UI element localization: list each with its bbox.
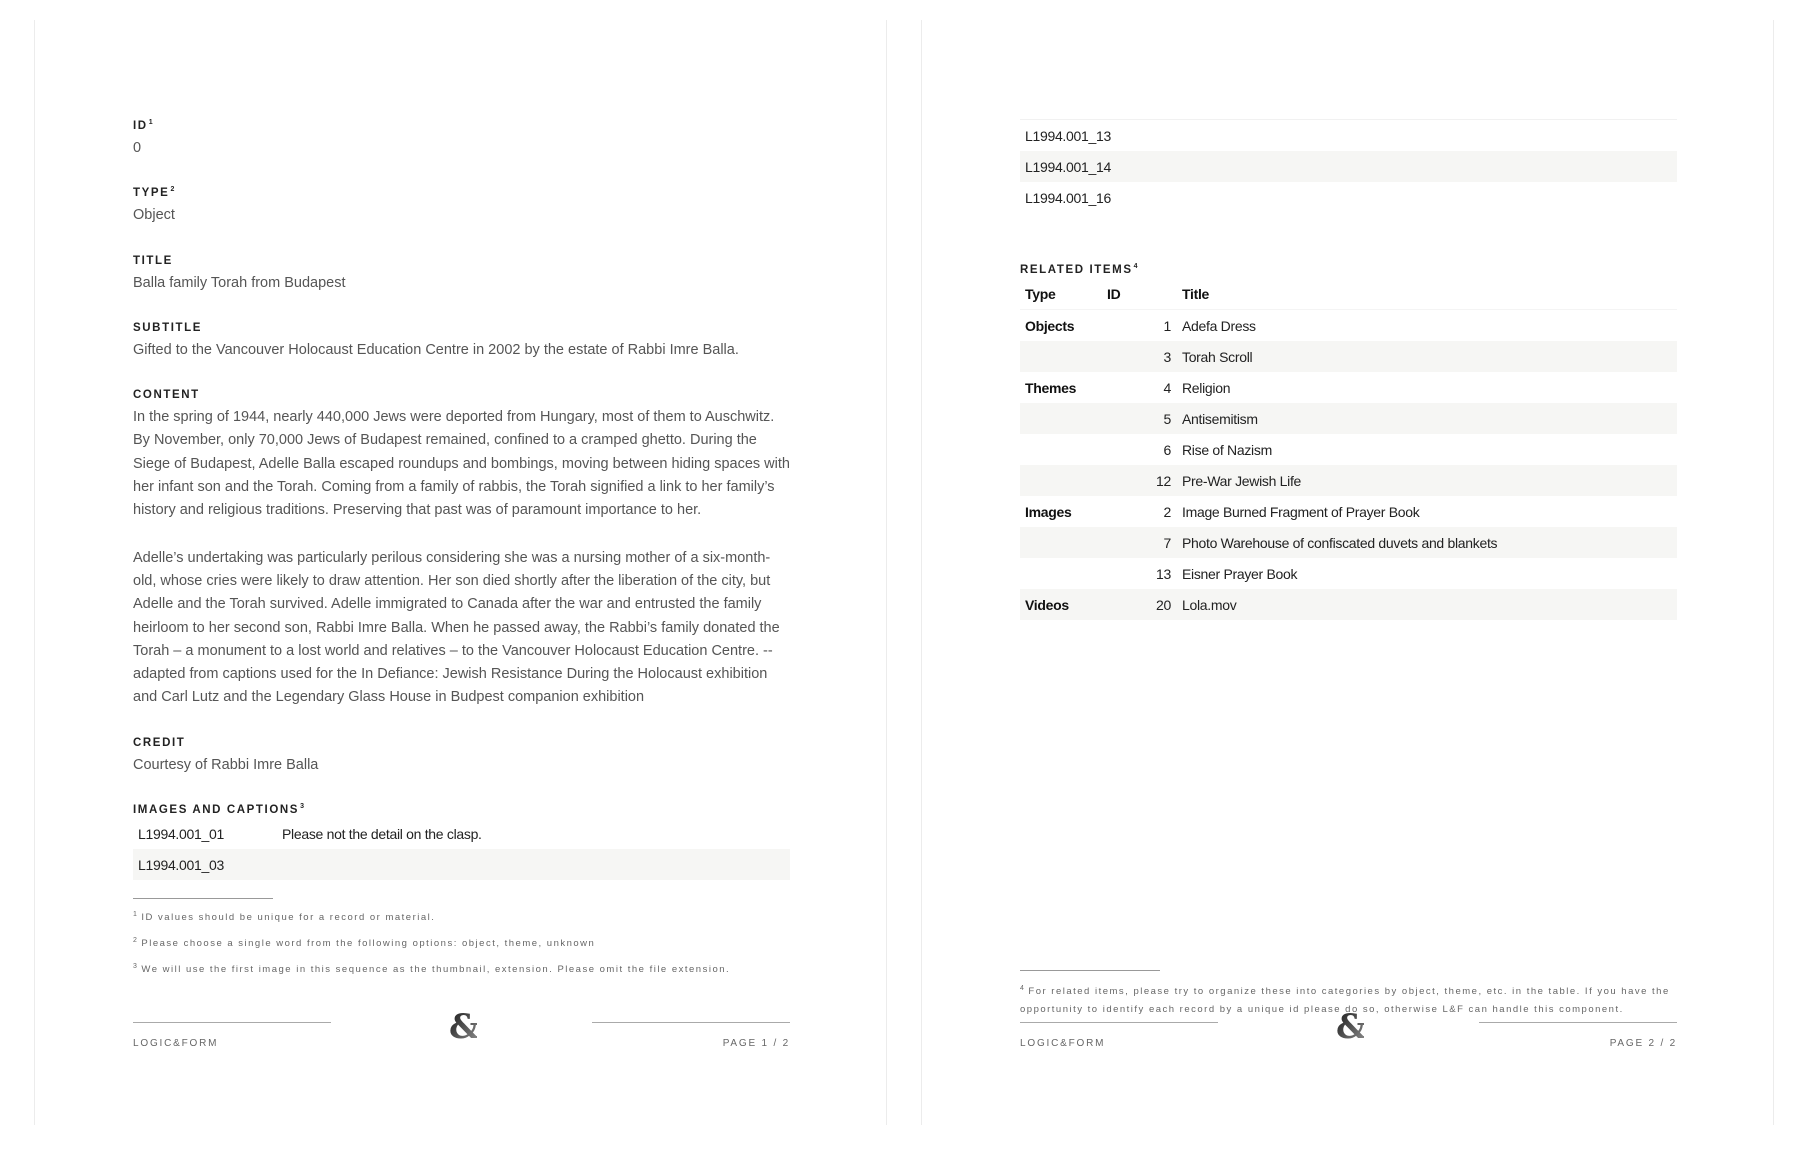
- field-content: CONTENT In the spring of 1944, nearly 44…: [133, 389, 790, 710]
- document-page-1: ID1 0 TYPE2 Object TITLE Balla family To…: [34, 20, 887, 1125]
- table-row: L1994.001_01 Please not the detail on th…: [133, 818, 790, 849]
- footnote-2: 2 Please choose a single word from the fo…: [133, 937, 596, 950]
- content-paragraph-2: Adelle’s undertaking was particularly pe…: [133, 549, 780, 706]
- col-header-id: ID: [1102, 278, 1177, 310]
- footer-rule-left: [133, 1022, 331, 1023]
- field-type: TYPE2 Object: [133, 186, 790, 227]
- footer-rule-left: [1020, 1022, 1218, 1023]
- field-credit-label: CREDIT: [133, 736, 186, 749]
- footnote-ref-1: 1: [148, 119, 153, 126]
- field-subtitle: SUBTITLE Gifted to the Vancouver Holocau…: [133, 322, 790, 362]
- page-2-content: L1994.001_13 L1994.001_14 L1994.001_16 R…: [1020, 119, 1677, 620]
- svg-text:&: &: [1336, 1008, 1364, 1044]
- footer-rule-right: [1479, 1022, 1677, 1023]
- image-id: L1994.001_03: [133, 849, 277, 881]
- field-id: ID1 0: [133, 119, 790, 160]
- image-caption: Please not the detail on the clasp.: [282, 825, 482, 842]
- field-content-label: CONTENT: [133, 389, 200, 402]
- field-type-value: Object: [133, 207, 175, 224]
- field-title: TITLE Balla family Torah from Budapest: [133, 255, 790, 295]
- table-row: L1994.001_14: [1020, 151, 1677, 182]
- field-related-label: RELATED ITEMS: [1020, 264, 1133, 276]
- footnote-ref-3: 3: [300, 803, 304, 811]
- field-subtitle-label: SUBTITLE: [133, 321, 203, 334]
- table-row: Objects 1 Adefa Dress: [1025, 317, 1256, 334]
- page-1-content: ID1 0 TYPE2 Object TITLE Balla family To…: [133, 119, 790, 987]
- footnote-3: 3 We will use the first image in this seq…: [133, 963, 731, 976]
- image-id: L1994.001_01: [138, 825, 224, 842]
- image-id: L1994.001_13: [1020, 119, 1677, 151]
- table-row: L1994.001_13: [1020, 119, 1677, 151]
- ampersand-logo-icon: &: [449, 1008, 477, 1044]
- table-row: 13 Eisner Prayer Book: [1156, 565, 1298, 582]
- image-caption: [277, 849, 790, 881]
- page-footer: LOGIC&FORM & PAGE 2 / 2: [1020, 1008, 1677, 1062]
- images-table: L1994.001_01 Please not the detail on th…: [133, 818, 790, 881]
- table-row: 3 Torah Scroll: [1020, 341, 1677, 372]
- table-header-row: Type ID Title: [1020, 278, 1677, 310]
- col-header-type: Type: [1020, 278, 1102, 310]
- field-title-value: Balla family Torah from Budapest: [133, 274, 346, 291]
- footer-brand: LOGIC&FORM: [1020, 1038, 1106, 1049]
- footnote-divider: [1020, 970, 1160, 971]
- page-number: PAGE 1 / 2: [722, 1038, 790, 1049]
- field-type-label: TYPE: [133, 187, 170, 200]
- table-row: L1994.001_03: [133, 849, 790, 881]
- table-row: L1994.001_16: [1020, 182, 1677, 213]
- table-row: 5 Antisemitism: [1020, 403, 1677, 434]
- image-id: L1994.001_14: [1020, 151, 1677, 182]
- table-row: Themes 4 Religion: [1025, 379, 1231, 396]
- field-subtitle-value: Gifted to the Vancouver Holocaust Educat…: [133, 341, 739, 358]
- table-row: Images 2 Image Burned Fragment of Prayer B…: [1025, 503, 1420, 520]
- field-id-label: ID: [133, 120, 148, 132]
- content-paragraph-1: In the spring of 1944, nearly 440,000 Je…: [133, 409, 790, 519]
- footnote-1: 1 ID values should be unique for a record…: [133, 911, 436, 924]
- page-footer: LOGIC&FORM & PAGE 1 / 2: [133, 1008, 790, 1062]
- page-number: PAGE 2 / 2: [1609, 1038, 1677, 1049]
- footnote-divider: [133, 898, 273, 900]
- table-row: Videos 20 Lola.mov: [1020, 589, 1677, 620]
- field-images-label: IMAGES AND CAPTIONS: [133, 804, 300, 817]
- table-row: 7 Photo Warehouse of confiscated duvets a…: [1020, 527, 1677, 558]
- table-row: 6 Rise of Nazism: [1163, 441, 1273, 458]
- field-credit: CREDIT Courtesy of Rabbi Imre Balla: [133, 737, 790, 777]
- svg-text:&: &: [449, 1008, 477, 1044]
- field-title-label: TITLE: [133, 254, 173, 267]
- field-id-value: 0: [133, 140, 142, 156]
- document-page-2: L1994.001_13 L1994.001_14 L1994.001_16 R…: [921, 20, 1774, 1125]
- related-items-body: Objects 1 Adefa Dress 3 Torah Scroll Themes…: [1020, 310, 1677, 620]
- footer-rule-right: [592, 1022, 790, 1023]
- table-row: 12 Pre-War Jewish Life: [1020, 465, 1677, 496]
- field-credit-value: Courtesy of Rabbi Imre Balla: [133, 756, 319, 773]
- col-header-title: Title: [1177, 278, 1677, 310]
- ampersand-logo-icon: &: [1336, 1008, 1364, 1044]
- image-id: L1994.001_16: [1025, 189, 1111, 206]
- field-related-items: RELATED ITEMS4 Type ID Title Objects 1 Ade…: [1020, 263, 1677, 620]
- field-images: IMAGES AND CAPTIONS3 L1994.001_01 Please…: [133, 803, 790, 881]
- footer-brand: LOGIC&FORM: [133, 1038, 219, 1049]
- footnote-ref-4: 4: [1133, 263, 1138, 270]
- related-items-table: Type ID Title Objects 1 Adefa Dress 3 Torah…: [1020, 278, 1677, 620]
- footnote-ref-2: 2: [170, 186, 175, 194]
- images-table-continued: L1994.001_13 L1994.001_14 L1994.001_16: [1020, 119, 1677, 213]
